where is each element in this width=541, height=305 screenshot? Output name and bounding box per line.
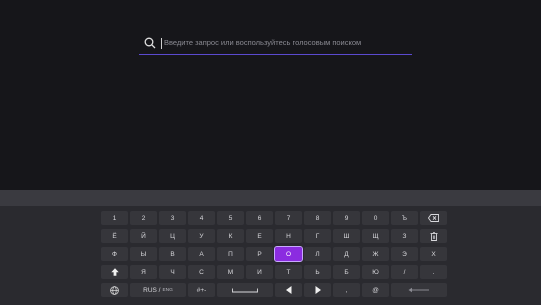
key-f[interactable]: Ф bbox=[101, 247, 128, 261]
key-h[interactable]: Х bbox=[420, 247, 447, 261]
key-6[interactable]: 6 bbox=[246, 211, 273, 225]
key-2[interactable]: 2 bbox=[130, 211, 157, 225]
key-8[interactable]: 8 bbox=[304, 211, 331, 225]
cursor-right-key[interactable] bbox=[304, 283, 331, 297]
key-3[interactable]: 3 bbox=[159, 211, 186, 225]
key-s[interactable]: С bbox=[188, 265, 215, 279]
symbols-key[interactable]: #+- bbox=[188, 283, 215, 297]
key-slash[interactable]: / bbox=[391, 265, 418, 279]
trash-icon bbox=[430, 231, 437, 241]
content-area: Введите запрос или воспользуйтесь голосо… bbox=[0, 0, 541, 190]
key-u[interactable]: У bbox=[188, 229, 215, 243]
key-period[interactable]: . bbox=[420, 265, 447, 279]
key-l[interactable]: Л bbox=[304, 247, 331, 261]
cursor-left-key[interactable] bbox=[275, 283, 302, 297]
search-icon bbox=[144, 37, 156, 49]
key-7[interactable]: 7 bbox=[275, 211, 302, 225]
space-key[interactable] bbox=[217, 283, 273, 297]
key-4[interactable]: 4 bbox=[188, 211, 215, 225]
globe-icon bbox=[110, 285, 119, 295]
arrow-right-icon bbox=[315, 286, 321, 294]
key-ch[interactable]: Ч bbox=[159, 265, 186, 279]
lang-secondary: ENG bbox=[162, 287, 173, 293]
key-comma[interactable]: , bbox=[333, 283, 360, 297]
key-soft-sign[interactable]: Ь bbox=[304, 265, 331, 279]
enter-key[interactable] bbox=[391, 283, 447, 297]
key-yo[interactable]: Ё bbox=[101, 229, 128, 243]
key-0[interactable]: 0 bbox=[362, 211, 389, 225]
key-ye[interactable]: Е bbox=[246, 229, 273, 243]
search-placeholder: Введите запрос или воспользуйтесь голосо… bbox=[164, 38, 362, 47]
key-e[interactable]: Э bbox=[391, 247, 418, 261]
keyboard-divider bbox=[0, 190, 541, 206]
shift-key[interactable] bbox=[101, 265, 128, 279]
key-9[interactable]: 9 bbox=[333, 211, 360, 225]
key-m[interactable]: М bbox=[217, 265, 244, 279]
key-ya[interactable]: Я bbox=[130, 265, 157, 279]
space-icon bbox=[232, 288, 258, 292]
clear-key[interactable] bbox=[420, 229, 447, 243]
key-z[interactable]: З bbox=[391, 229, 418, 243]
key-a[interactable]: А bbox=[188, 247, 215, 261]
key-at[interactable]: @ bbox=[362, 283, 389, 297]
enter-arrow-icon bbox=[408, 287, 429, 293]
key-zh[interactable]: Ж bbox=[362, 247, 389, 261]
key-n[interactable]: Н bbox=[275, 229, 302, 243]
backspace-icon bbox=[428, 214, 439, 222]
key-sh[interactable]: Ш bbox=[333, 229, 360, 243]
key-i[interactable]: И bbox=[246, 265, 273, 279]
key-hard-sign[interactable]: Ъ bbox=[391, 211, 418, 225]
backspace-key[interactable] bbox=[420, 211, 447, 225]
search-field[interactable]: Введите запрос или воспользуйтесь голосо… bbox=[139, 32, 412, 55]
key-d[interactable]: Д bbox=[333, 247, 360, 261]
text-cursor bbox=[161, 38, 162, 49]
key-k[interactable]: К bbox=[217, 229, 244, 243]
language-switch-key[interactable]: RUS / ENG bbox=[130, 283, 186, 297]
shift-icon bbox=[110, 268, 119, 276]
globe-key[interactable] bbox=[101, 283, 128, 297]
key-p[interactable]: П bbox=[217, 247, 244, 261]
key-ts[interactable]: Ц bbox=[159, 229, 186, 243]
on-screen-keyboard: 1 2 3 4 5 6 7 8 9 0 Ъ Ё Й Ц У К Е Н Г Ш … bbox=[0, 206, 541, 305]
lang-primary: RUS / bbox=[143, 286, 161, 294]
key-5[interactable]: 5 bbox=[217, 211, 244, 225]
key-1[interactable]: 1 bbox=[101, 211, 128, 225]
key-yu[interactable]: Ю bbox=[362, 265, 389, 279]
key-v[interactable]: В bbox=[159, 247, 186, 261]
arrow-left-icon bbox=[285, 286, 291, 294]
key-t[interactable]: Т bbox=[275, 265, 302, 279]
key-y[interactable]: Ы bbox=[130, 247, 157, 261]
key-y-short[interactable]: Й bbox=[130, 229, 157, 243]
key-shch[interactable]: Щ bbox=[362, 229, 389, 243]
key-o[interactable]: О bbox=[274, 246, 303, 262]
key-b[interactable]: Б bbox=[333, 265, 360, 279]
key-r[interactable]: Р bbox=[246, 247, 273, 261]
key-g[interactable]: Г bbox=[304, 229, 331, 243]
